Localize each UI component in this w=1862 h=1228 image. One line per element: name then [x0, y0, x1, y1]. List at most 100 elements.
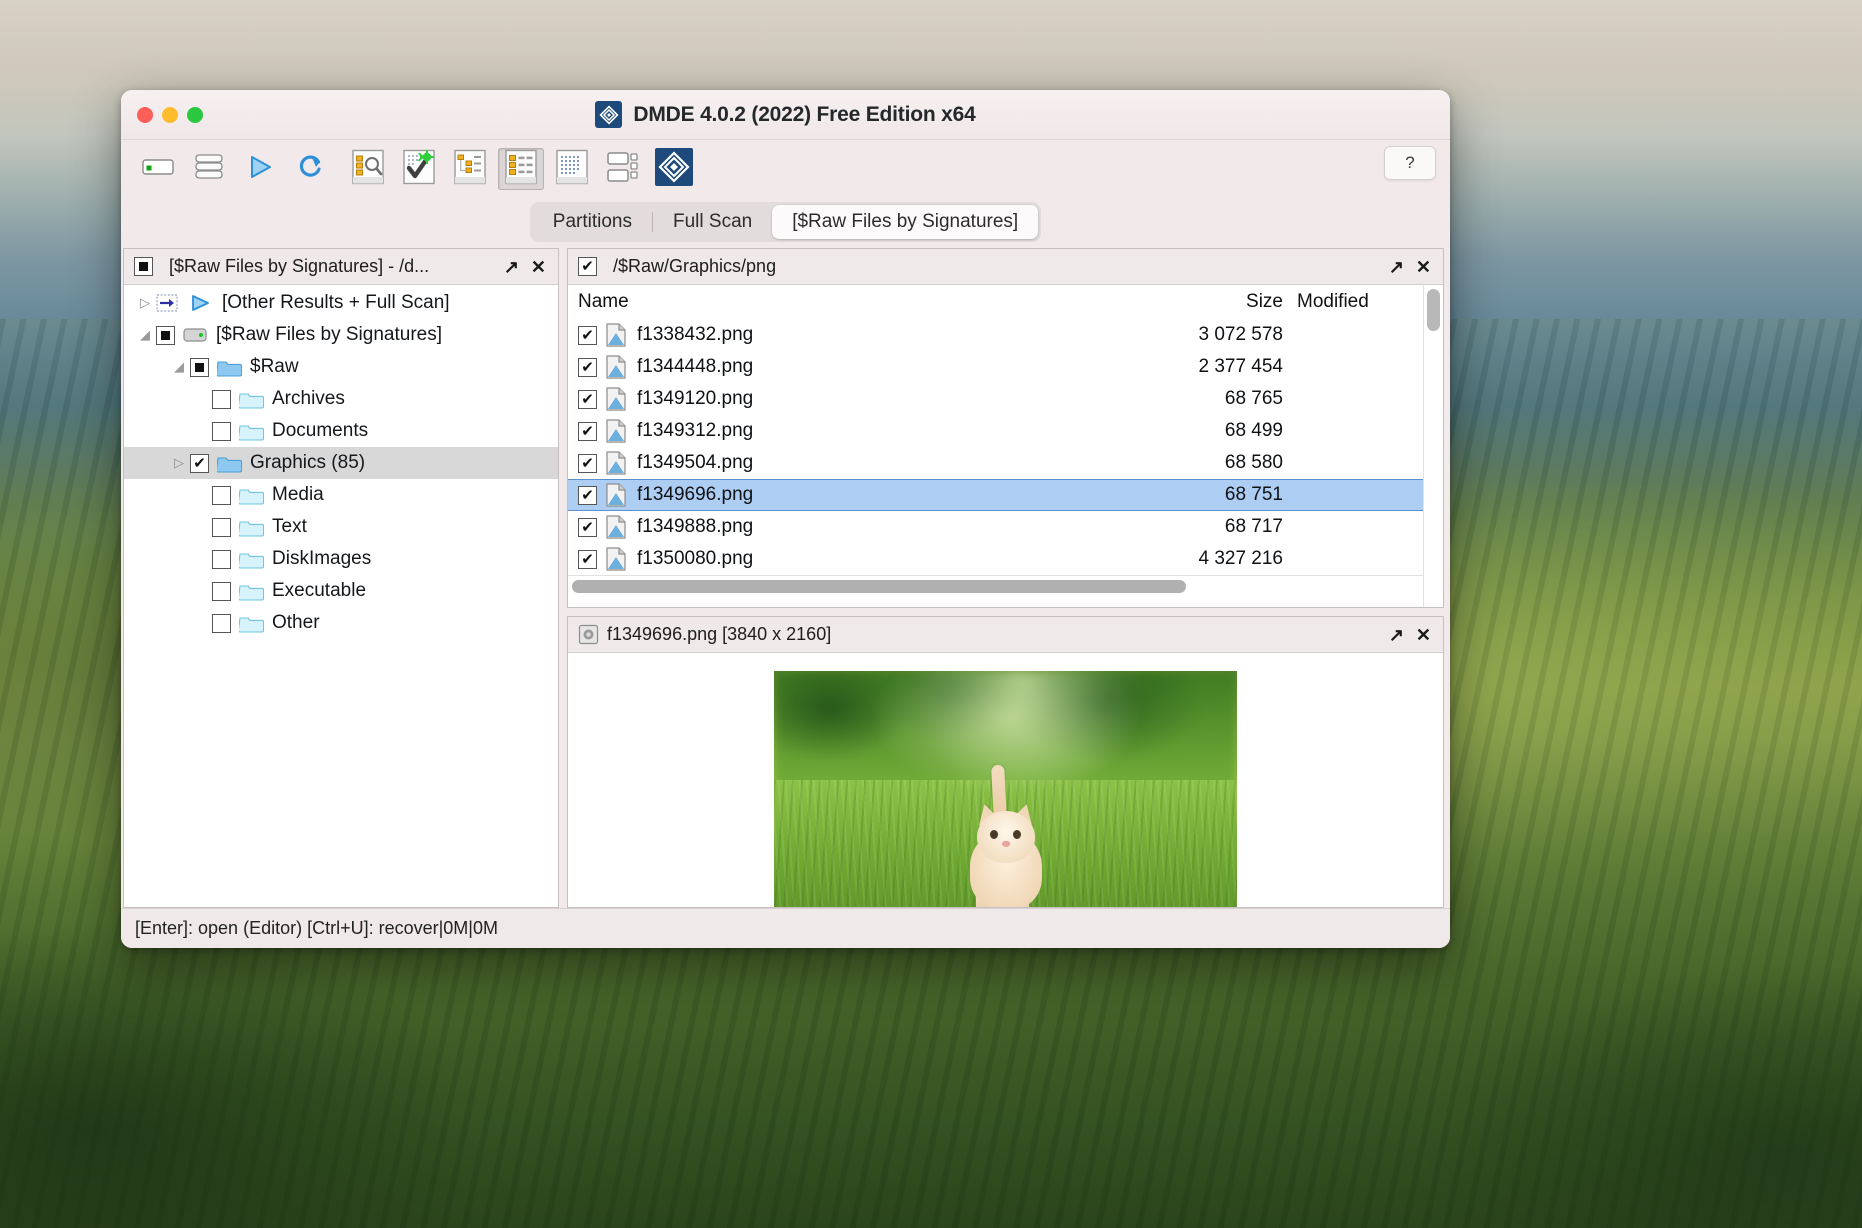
- file-name: f1349504.png: [637, 452, 1133, 474]
- tab-partitions[interactable]: Partitions: [533, 205, 652, 239]
- tree-item-executable[interactable]: Executable: [124, 575, 558, 607]
- tree-panel-buttons: ↗ ✕: [504, 258, 552, 276]
- file-list-close-icon[interactable]: ✕: [1416, 258, 1431, 276]
- tree-item-checkbox[interactable]: [212, 390, 231, 409]
- file-name: f1338432.png: [637, 324, 1133, 346]
- refresh-button[interactable]: [288, 148, 334, 190]
- tree-item-checkbox[interactable]: [156, 326, 175, 345]
- tree-panel-close-icon[interactable]: ✕: [531, 258, 546, 276]
- tree-item-checkbox[interactable]: [212, 614, 231, 633]
- chevron-down-icon[interactable]: ◢: [134, 327, 156, 343]
- tree-item-checkbox[interactable]: [212, 518, 231, 537]
- table-row[interactable]: ✔ f1349504.png 68 580: [568, 447, 1423, 479]
- column-header-size[interactable]: Size: [1133, 291, 1283, 313]
- tree-item-media[interactable]: Media: [124, 479, 558, 511]
- tab-full-scan[interactable]: Full Scan: [653, 205, 772, 239]
- file-name: f1350080.png: [637, 548, 1133, 570]
- vertical-scrollbar[interactable]: [1423, 285, 1443, 607]
- help-button[interactable]: ?: [1384, 146, 1436, 180]
- close-window-button[interactable]: [137, 107, 153, 123]
- tree-item-checkbox[interactable]: [212, 422, 231, 441]
- tab-bar: Partitions Full Scan [$Raw Files by Sign…: [121, 198, 1450, 246]
- zoom-window-button[interactable]: [187, 107, 203, 123]
- horizontal-scrollbar[interactable]: [568, 575, 1423, 597]
- run-button[interactable]: [237, 148, 283, 190]
- tree-item-graphics[interactable]: ▷ ✔ Graphics (85): [124, 447, 558, 479]
- folder-blue-icon: [217, 454, 243, 473]
- row-checkbox[interactable]: ✔: [578, 390, 597, 409]
- table-row[interactable]: ✔ f1349312.png 68 499: [568, 415, 1423, 447]
- file-rows: ✔ f1338432.png 3 072 578 ✔ f1344448.png: [568, 319, 1423, 575]
- device-bar-icon: [142, 156, 174, 183]
- row-checkbox[interactable]: ✔: [578, 486, 597, 505]
- tree-item-archives[interactable]: Archives: [124, 383, 558, 415]
- left-column: [$Raw Files by Signatures] - /d... ↗ ✕ ▷: [123, 246, 559, 908]
- tree-item-documents[interactable]: Documents: [124, 415, 558, 447]
- horizontal-scrollbar-thumb[interactable]: [572, 580, 1186, 593]
- clone-copy-button[interactable]: [600, 148, 646, 190]
- about-button[interactable]: [651, 148, 697, 190]
- search-partitions-button[interactable]: [345, 148, 391, 190]
- folder-light-icon: [239, 614, 265, 633]
- select-device-button[interactable]: [135, 148, 181, 190]
- row-checkbox[interactable]: ✔: [578, 454, 597, 473]
- tab-raw-files-by-signatures[interactable]: [$Raw Files by Signatures]: [772, 205, 1038, 239]
- file-size: 68 499: [1133, 420, 1283, 442]
- arrow-into-box-icon: [156, 294, 182, 312]
- row-checkbox[interactable]: ✔: [578, 550, 597, 569]
- directory-tree-button[interactable]: [447, 148, 493, 190]
- folder-light-icon: [239, 422, 265, 441]
- tree-item-diskimages[interactable]: DiskImages: [124, 543, 558, 575]
- status-bar: [Enter]: open (Editor) [Ctrl+U]: recover…: [121, 908, 1450, 948]
- window-titlebar: DMDE 4.0.2 (2022) Free Edition x64: [121, 90, 1450, 140]
- chevron-right-icon[interactable]: ▷: [134, 295, 156, 311]
- tree-item-raw[interactable]: ◢ $Raw: [124, 351, 558, 383]
- tree-panel-title: [$Raw Files by Signatures] - /d...: [169, 256, 496, 277]
- table-row[interactable]: ✔ f1350080.png 4 327 216: [568, 543, 1423, 575]
- folder-light-icon: [239, 486, 265, 505]
- png-file-icon: [606, 451, 628, 475]
- tree-item-checkbox[interactable]: [212, 486, 231, 505]
- row-checkbox[interactable]: ✔: [578, 358, 597, 377]
- png-file-icon: [606, 515, 628, 539]
- play-triangle-icon: [246, 153, 274, 186]
- hex-grid-icon: [555, 149, 589, 190]
- table-row[interactable]: ✔ f1344448.png 2 377 454: [568, 351, 1423, 383]
- row-checkbox[interactable]: ✔: [578, 422, 597, 441]
- preview-expand-icon[interactable]: ↗: [1389, 626, 1404, 644]
- column-header-modified[interactable]: Modified: [1283, 291, 1423, 313]
- table-row[interactable]: ✔ f1349696.png 68 751: [568, 479, 1423, 511]
- file-size: 2 377 454: [1133, 356, 1283, 378]
- row-checkbox[interactable]: ✔: [578, 518, 597, 537]
- select-volume-button[interactable]: [186, 148, 232, 190]
- tree-item-checkbox[interactable]: ✔: [190, 454, 209, 473]
- tree-item-other[interactable]: Other: [124, 607, 558, 639]
- file-list-expand-icon[interactable]: ↗: [1389, 258, 1404, 276]
- vertical-scrollbar-thumb[interactable]: [1427, 289, 1440, 331]
- column-header-name[interactable]: Name: [578, 291, 1133, 313]
- row-checkbox[interactable]: ✔: [578, 326, 597, 345]
- tree-item-checkbox[interactable]: [190, 358, 209, 377]
- chevron-right-icon[interactable]: ▷: [168, 455, 190, 471]
- tree-panel-expand-icon[interactable]: ↗: [504, 258, 519, 276]
- tree-item-checkbox[interactable]: [212, 550, 231, 569]
- table-row[interactable]: ✔ f1349888.png 68 717: [568, 511, 1423, 543]
- tree-item-raw-files-by-signatures[interactable]: ◢ [$Raw Files by Signatures]: [124, 319, 558, 351]
- table-row[interactable]: ✔ f1349120.png 68 765: [568, 383, 1423, 415]
- tree-item-text[interactable]: Text: [124, 511, 558, 543]
- results-tree[interactable]: ▷ [Other: [124, 285, 558, 907]
- file-list-body: Name Size Modified ✔ f1338432.png 3 072 …: [568, 285, 1443, 607]
- tree-item-other-results[interactable]: ▷ [Other: [124, 287, 558, 319]
- chevron-down-icon[interactable]: ◢: [168, 359, 190, 375]
- raw-scan-button[interactable]: [396, 148, 442, 190]
- tree-item-checkbox[interactable]: [212, 582, 231, 601]
- file-list-button[interactable]: [498, 148, 544, 190]
- minimize-window-button[interactable]: [162, 107, 178, 123]
- preview-close-icon[interactable]: ✕: [1416, 626, 1431, 644]
- tree-root-checkbox[interactable]: [134, 257, 153, 276]
- hex-view-button[interactable]: [549, 148, 595, 190]
- path-checkbox[interactable]: ✔: [578, 257, 597, 276]
- tab-group: Partitions Full Scan [$Raw Files by Sign…: [530, 202, 1041, 242]
- table-row[interactable]: ✔ f1338432.png 3 072 578: [568, 319, 1423, 351]
- stacked-disks-icon: [194, 153, 224, 186]
